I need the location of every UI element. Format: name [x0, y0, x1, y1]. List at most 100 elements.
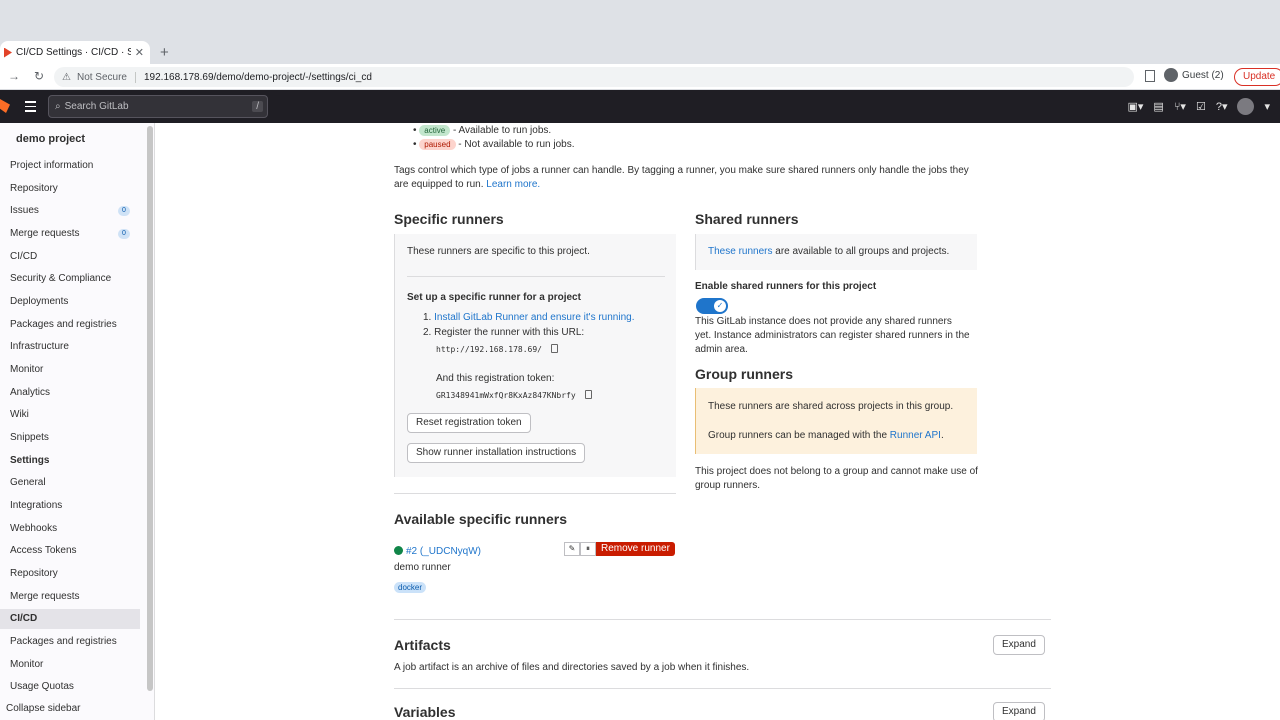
sidebar-subitem-monitor[interactable]: Monitor — [10, 655, 140, 675]
sidebar-item-packages-registries[interactable]: Packages and registries — [10, 315, 140, 335]
sidebar-subitem-ci-cd[interactable]: CI/CD — [0, 609, 140, 629]
paused-description: - Not available to run jobs. — [455, 139, 575, 150]
install-runner-link[interactable]: Install GitLab Runner and ensure it's ru… — [434, 312, 634, 323]
registration-token: GR1348941mWxfQr8KxAz847KNbrfy — [436, 387, 593, 401]
artifacts-expand-button[interactable]: Expand — [993, 635, 1045, 655]
sidebar-item-label: Repository — [10, 568, 58, 579]
sidebar-item-deployments[interactable]: Deployments — [10, 292, 140, 312]
runner-api-link[interactable]: Runner API — [890, 430, 941, 441]
sidebar-item-wiki[interactable]: Wiki — [10, 405, 140, 425]
sidebar-item-ci-cd[interactable]: CI/CD — [10, 247, 140, 267]
sidebar-subitem-access-tokens[interactable]: Access Tokens — [10, 541, 140, 561]
show-runner-instructions-button[interactable]: Show runner installation instructions — [407, 443, 586, 463]
group-runners-manage-text: Group runners can be managed with the — [708, 430, 890, 441]
registration-url: http://192.168.178.69/ — [436, 341, 559, 355]
warning-icon: ⚠ — [62, 71, 71, 83]
help-icon[interactable]: ?▾ — [1216, 100, 1228, 113]
reload-icon[interactable]: ↻ — [34, 69, 44, 83]
search-shortcut-key: / — [252, 101, 263, 112]
edit-runner-icon[interactable]: ✎ — [564, 542, 580, 556]
search-input[interactable]: ⌕ Search GitLab / — [48, 95, 268, 118]
runner-online-icon — [394, 546, 403, 556]
sidebar-item-label: Merge requests — [10, 591, 80, 602]
runner-description: demo runner — [394, 562, 451, 573]
sidebar-item-project-information[interactable]: Project information — [10, 156, 140, 176]
learn-more-link[interactable]: Learn more. — [486, 179, 540, 190]
shared-intro-text: are available to all groups and projects… — [772, 246, 950, 257]
sidebar-item-label: Deployments — [10, 296, 69, 307]
side-panel-icon[interactable] — [1145, 70, 1155, 82]
remove-runner-button[interactable]: Remove runner — [596, 542, 675, 556]
browser-tab[interactable]: CI/CD Settings · CI/CD · Setting ✕ — [0, 41, 150, 64]
divider — [394, 493, 676, 494]
token-label: And this registration token: — [436, 373, 555, 384]
pause-runner-icon[interactable]: ⏸ — [580, 542, 596, 556]
specific-runners-panel: These runners are specific to this proje… — [394, 234, 676, 477]
sidebar-item-monitor[interactable]: Monitor — [10, 360, 140, 380]
copy-token-icon[interactable] — [585, 390, 593, 400]
create-new-icon[interactable]: ▣▾ — [1128, 100, 1144, 113]
sidebar-project-name[interactable]: demo project — [16, 133, 85, 145]
group-runners-warning-text-1: These runners are shared across projects… — [708, 401, 954, 412]
step-2-number: 2. — [423, 327, 432, 338]
setup-title: Set up a specific runner for a project — [407, 292, 581, 303]
sidebar-item-merge-requests[interactable]: Merge requests 0 — [10, 224, 140, 244]
these-runners-link[interactable]: These runners — [708, 246, 772, 257]
runner-tag-docker: docker — [394, 582, 427, 593]
sidebar-subitem-packages-registries[interactable]: Packages and registries — [10, 632, 140, 652]
copy-url-icon[interactable] — [551, 344, 559, 354]
search-placeholder: Search GitLab — [64, 101, 129, 112]
gitlab-logo-icon[interactable] — [0, 99, 10, 113]
sidebar-item-infrastructure[interactable]: Infrastructure — [10, 337, 140, 357]
url-omnibox[interactable]: ⚠ Not Secure 192.168.178.69/demo/demo-pr… — [54, 67, 1134, 87]
specific-runners-intro: These runners are specific to this proje… — [407, 246, 590, 257]
sidebar-item-issues[interactable]: Issues 0 — [10, 201, 140, 221]
sidebar-scrollbar[interactable] — [147, 126, 153, 691]
menu-icon[interactable] — [25, 101, 36, 115]
sidebar-item-repository[interactable]: Repository — [10, 179, 140, 199]
sidebar-item-label: Monitor — [10, 659, 44, 670]
new-tab-icon[interactable]: + — [160, 44, 169, 61]
sidebar-subitem-usage-quotas[interactable]: Usage Quotas — [10, 677, 140, 697]
sidebar-item-settings[interactable]: Settings — [10, 451, 140, 471]
sidebar-item-label: Packages and registries — [10, 636, 117, 647]
sidebar-item-label: Merge requests — [10, 228, 80, 239]
top-bar-actions: ▣▾ ▤ ⑂▾ ☑ ?▾ ▾ — [1128, 98, 1270, 115]
issues-icon[interactable]: ▤ — [1153, 100, 1163, 113]
sidebar-item-label: Snippets — [10, 432, 49, 443]
sidebar-item-label: Issues — [10, 205, 39, 216]
divider — [407, 276, 665, 277]
sidebar-item-security-compliance[interactable]: Security & Compliance — [10, 269, 140, 289]
variables-title: Variables — [394, 704, 456, 720]
group-runners-warning-text-2: Group runners can be managed with the Ru… — [708, 429, 944, 443]
sidebar-subitem-general[interactable]: General — [10, 473, 140, 493]
project-sidebar: demo project Project information Reposit… — [0, 123, 155, 720]
profile-button[interactable]: Guest (2) — [1164, 68, 1224, 82]
runner-id-link[interactable]: #2 (_UDCNyqW) — [406, 546, 481, 557]
sidebar-item-label: Security & Compliance — [10, 273, 112, 284]
user-menu-chevron-icon[interactable]: ▾ — [1264, 100, 1270, 113]
sidebar-subitem-merge-requests[interactable]: Merge requests — [10, 587, 140, 607]
sidebar-item-label: Infrastructure — [10, 341, 69, 352]
collapse-sidebar-button[interactable]: Collapse sidebar — [6, 703, 81, 714]
group-runners-title: Group runners — [695, 366, 794, 382]
sidebar-subitem-webhooks[interactable]: Webhooks — [10, 519, 140, 539]
variables-expand-button[interactable]: Expand — [993, 702, 1045, 720]
gitlab-top-bar: ⌕ Search GitLab / ▣▾ ▤ ⑂▾ ☑ ?▾ ▾ — [0, 90, 1280, 123]
enable-shared-runners-toggle[interactable]: ✓ — [696, 298, 728, 314]
merge-requests-icon[interactable]: ⑂▾ — [1174, 100, 1186, 113]
sidebar-subitem-integrations[interactable]: Integrations — [10, 496, 140, 516]
forward-icon[interactable]: → — [8, 69, 20, 83]
user-avatar-icon[interactable] — [1237, 98, 1255, 115]
toggle-check-icon: ✓ — [714, 300, 726, 312]
not-secure-label: Not Secure — [77, 71, 136, 83]
profile-label: Guest (2) — [1182, 69, 1224, 81]
browser-update-button[interactable]: Update — [1234, 68, 1280, 86]
reset-registration-token-button[interactable]: Reset registration token — [407, 413, 531, 433]
sidebar-item-analytics[interactable]: Analytics — [10, 383, 140, 403]
registration-token-code: GR1348941mWxfQr8KxAz847KNbrfy — [436, 391, 576, 400]
sidebar-item-snippets[interactable]: Snippets — [10, 428, 140, 448]
todo-icon[interactable]: ☑ — [1196, 100, 1206, 113]
close-tab-icon[interactable]: ✕ — [135, 46, 144, 59]
sidebar-subitem-repository[interactable]: Repository — [10, 564, 140, 584]
